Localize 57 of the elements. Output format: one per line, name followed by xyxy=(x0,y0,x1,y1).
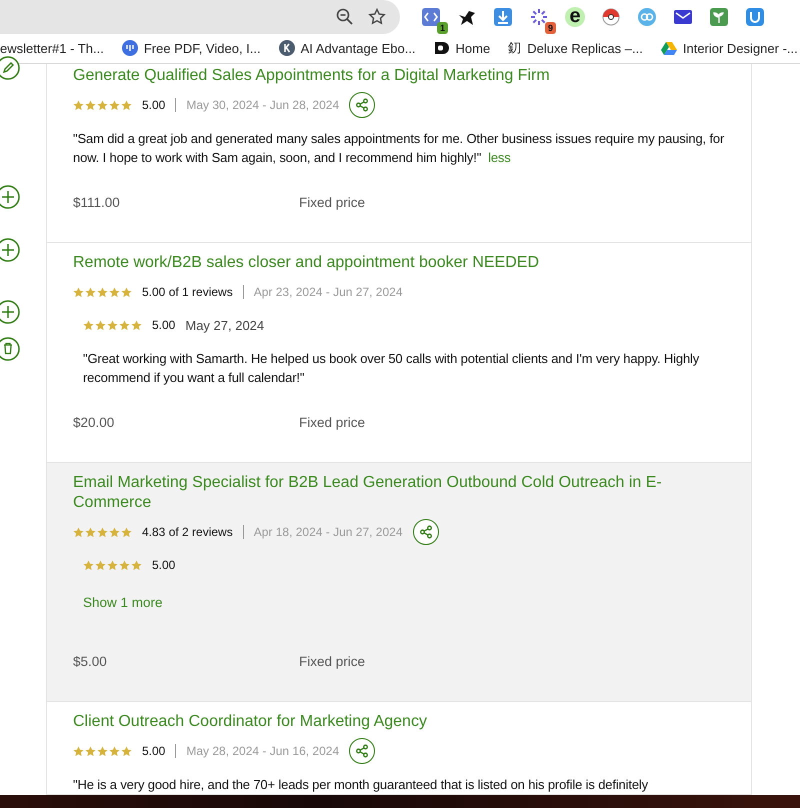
zoom-out-icon[interactable] xyxy=(336,8,354,26)
price-text: $20.00 xyxy=(73,414,116,430)
job-title-link[interactable]: Client Outreach Coordinator for Marketing Agency xyxy=(73,704,725,732)
bookmark-link[interactable]: Deluxe Replicas –... xyxy=(527,40,643,56)
count-badge: 1 xyxy=(436,22,448,34)
rating-text: 5.00 of 1 reviews xyxy=(142,285,233,299)
bookmark-favicon-icon: 釖 xyxy=(508,39,522,58)
download-icon[interactable] xyxy=(493,7,513,27)
share-button[interactable] xyxy=(349,738,376,764)
rating-text: 4.83 of 2 reviews xyxy=(142,525,233,539)
share-icon xyxy=(418,525,432,539)
bookmark-link[interactable]: Interior Designer -... xyxy=(682,40,798,56)
count-badge: 9 xyxy=(544,22,556,34)
rating-text: 5.00 xyxy=(152,558,176,572)
rating-text: 5.00 xyxy=(142,98,166,112)
bookmark-favicon-icon xyxy=(122,40,138,56)
add-icon[interactable] xyxy=(0,300,20,324)
job-title-link[interactable]: Email Marketing Specialist for B2B Lead Generation Outbound Cold Outreach in E-Commerce xyxy=(73,464,725,512)
review-text: "Sam did a great job and generated many sales appointments for me. Other business issues require my pausing, for now. I hope to work with Sam again, soon, and I recommend him highly!" less xyxy=(73,130,725,166)
price-text: $111.00 xyxy=(73,194,121,210)
date-range: Apr 23, 2024 - Jun 27, 2024 xyxy=(254,285,402,299)
share-button[interactable] xyxy=(349,92,376,118)
price-text: $5.00 xyxy=(73,654,108,668)
extension-icon[interactable]: e xyxy=(565,7,585,27)
job-title-link[interactable]: Generate Qualified Sales Appointments for a Digital Marketing Firm xyxy=(73,66,725,86)
bookmark-link[interactable]: Free PDF, Video, I... xyxy=(144,40,261,56)
bookmark-star-icon[interactable] xyxy=(368,8,386,26)
less-link[interactable]: less xyxy=(488,150,511,164)
bookmark-favicon-icon xyxy=(278,40,295,56)
bookmark-link[interactable]: Home xyxy=(456,40,490,56)
drive-icon xyxy=(660,41,677,56)
job-title-link[interactable]: Remote work/B2B sales closer and appointment booker NEEDED xyxy=(73,244,725,272)
bookmark-link[interactable]: AI Advantage Ebo... xyxy=(300,40,416,56)
rating-text: 5.00 xyxy=(142,744,166,758)
review-text: "He is a very good hire, and the 70+ leads per month guaranteed that is listed on his profile is definitely xyxy=(73,776,649,794)
price-type: Fixed price xyxy=(299,654,366,668)
share-icon xyxy=(355,744,370,758)
share-icon xyxy=(355,98,370,112)
review-text: "Great working with Samarth. He helped us book over 50 calls with potential clients and I'm very happy. Highly recommend if you want a full calendar!" xyxy=(83,350,700,386)
plant-icon[interactable] xyxy=(709,7,729,27)
extension-icon[interactable] xyxy=(601,7,621,27)
price-type: Fixed price xyxy=(299,414,366,430)
bookmark-favicon-icon xyxy=(434,41,450,56)
add-icon[interactable] xyxy=(0,238,20,262)
review-date: May 27, 2024 xyxy=(185,318,264,332)
date-range: Apr 18, 2024 - Jun 27, 2024 xyxy=(254,525,402,539)
edit-icon[interactable] xyxy=(0,56,20,80)
add-icon[interactable] xyxy=(0,184,20,208)
mail-icon[interactable] xyxy=(673,7,693,27)
price-type: Fixed price xyxy=(299,194,366,210)
show-more-link[interactable]: Show 1 more xyxy=(83,594,725,610)
date-range: May 30, 2024 - Jun 28, 2024 xyxy=(186,98,340,112)
date-range: May 28, 2024 - Jun 16, 2024 xyxy=(186,744,340,758)
delete-icon[interactable] xyxy=(0,336,20,360)
bookmark-link[interactable]: ewsletter#1 - Th... xyxy=(0,40,104,56)
share-button[interactable] xyxy=(412,519,438,545)
rating-text: 5.00 xyxy=(152,318,176,332)
